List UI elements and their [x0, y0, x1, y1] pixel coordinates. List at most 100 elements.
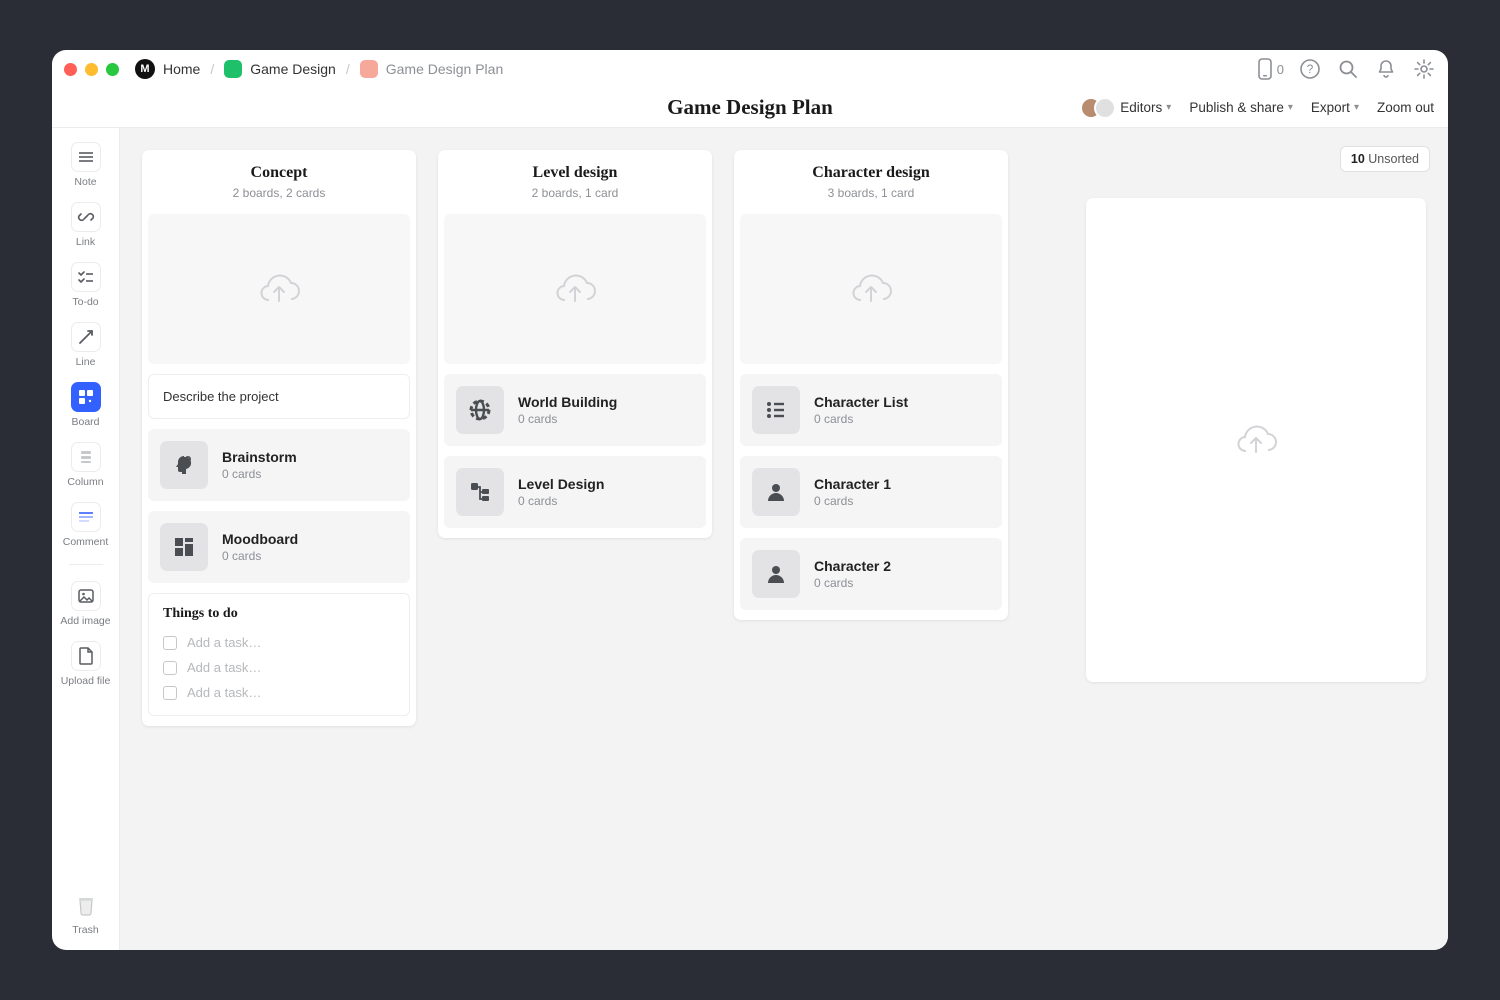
note-icon — [71, 142, 101, 172]
search-button[interactable] — [1336, 57, 1360, 81]
bell-icon — [1375, 58, 1397, 80]
publish-dropdown[interactable]: Publish & share ▾ — [1189, 100, 1293, 115]
tool-add-image-label: Add image — [60, 615, 110, 627]
board-card-moodboard[interactable]: Moodboard 0 cards — [148, 511, 410, 583]
publish-label: Publish & share — [1189, 100, 1284, 115]
tool-column[interactable]: Column — [59, 438, 113, 492]
tool-column-label: Column — [67, 476, 103, 488]
todo-item[interactable]: Add a task… — [163, 630, 395, 655]
notifications-button[interactable] — [1374, 57, 1398, 81]
checkbox[interactable] — [163, 661, 177, 675]
board-card-character-2[interactable]: Character 2 0 cards — [740, 538, 1002, 610]
board-name: Level Design — [518, 476, 604, 492]
todo-item[interactable]: Add a task… — [163, 655, 395, 680]
tool-comment[interactable]: Comment — [59, 498, 113, 552]
board-meta: 0 cards — [222, 467, 297, 481]
column-character-design[interactable]: Character design 3 boards, 1 card Charac… — [734, 150, 1008, 620]
list-icon — [752, 386, 800, 434]
home-icon: M — [135, 59, 155, 79]
board-name: Character List — [814, 394, 908, 410]
workspace-swatch — [224, 60, 242, 78]
upload-zone[interactable] — [444, 214, 706, 364]
column-title: Level design — [452, 164, 698, 182]
mobile-preview-button[interactable]: 0 — [1257, 58, 1284, 80]
board-meta: 0 cards — [518, 494, 604, 508]
breadcrumb-home[interactable]: M Home — [135, 59, 200, 79]
board-name: World Building — [518, 394, 617, 410]
tool-line[interactable]: Line — [59, 318, 113, 372]
cloud-upload-icon — [1232, 418, 1280, 462]
column-meta: 3 boards, 1 card — [748, 186, 994, 200]
close-window-button[interactable] — [64, 63, 77, 76]
tool-upload-file[interactable]: Upload file — [59, 637, 113, 691]
window-controls — [64, 63, 119, 76]
todo-placeholder: Add a task… — [187, 660, 261, 675]
empty-column[interactable] — [1086, 198, 1426, 682]
minimize-window-button[interactable] — [85, 63, 98, 76]
export-dropdown[interactable]: Export ▾ — [1311, 100, 1359, 115]
todo-placeholder: Add a task… — [187, 685, 261, 700]
trash-icon — [71, 890, 101, 920]
search-icon — [1337, 58, 1359, 80]
board-card-brainstorm[interactable]: Brainstorm 0 cards — [148, 429, 410, 501]
column-header: Concept 2 boards, 2 cards — [142, 150, 416, 210]
tool-add-image[interactable]: Add image — [59, 577, 113, 631]
column-header: Character design 3 boards, 1 card — [734, 150, 1008, 210]
grid-icon — [160, 523, 208, 571]
avatar — [1094, 97, 1116, 119]
doc-header: Game Design Plan Editors ▾ Publish & sha… — [52, 88, 1448, 128]
note-card[interactable]: Describe the project — [148, 374, 410, 419]
breadcrumb-sep: / — [210, 61, 214, 77]
editors-dropdown[interactable]: Editors ▾ — [1080, 97, 1171, 119]
checkbox[interactable] — [163, 636, 177, 650]
link-icon — [71, 202, 101, 232]
phone-icon — [1257, 58, 1273, 80]
globe-icon — [456, 386, 504, 434]
canvas[interactable]: 10 Unsorted Concept 2 boards, 2 cards De… — [120, 128, 1448, 950]
breadcrumb-board-label: Game Design Plan — [386, 61, 504, 77]
tool-link[interactable]: Link — [59, 198, 113, 252]
line-icon — [71, 322, 101, 352]
breadcrumb: M Home / Game Design / Game Design Plan — [135, 59, 503, 79]
help-icon: ? — [1299, 58, 1321, 80]
comment-icon — [71, 502, 101, 532]
board-card-character-list[interactable]: Character List 0 cards — [740, 374, 1002, 446]
breadcrumb-board[interactable]: Game Design Plan — [360, 60, 504, 78]
tool-link-label: Link — [76, 236, 95, 248]
column-concept[interactable]: Concept 2 boards, 2 cards Describe the p… — [142, 150, 416, 726]
breadcrumb-workspace[interactable]: Game Design — [224, 60, 336, 78]
chevron-down-icon: ▾ — [1166, 102, 1171, 113]
cloud-upload-icon — [551, 267, 599, 311]
board-meta: 0 cards — [814, 412, 908, 426]
todo-card[interactable]: Things to do Add a task… Add a task… Add… — [148, 593, 410, 716]
tool-board[interactable]: Board — [59, 378, 113, 432]
column-level-design[interactable]: Level design 2 boards, 1 card World Buil… — [438, 150, 712, 538]
titlebar-right: 0 ? — [1257, 57, 1436, 81]
tool-note-label: Note — [74, 176, 96, 188]
board-card-world-building[interactable]: World Building 0 cards — [444, 374, 706, 446]
todo-item[interactable]: Add a task… — [163, 680, 395, 705]
tool-note[interactable]: Note — [59, 138, 113, 192]
svg-text:?: ? — [1307, 62, 1314, 76]
tool-todo[interactable]: To-do — [59, 258, 113, 312]
board-meta: 0 cards — [518, 412, 617, 426]
divider — [69, 564, 103, 565]
tool-trash[interactable]: Trash — [59, 886, 113, 940]
upload-zone[interactable] — [148, 214, 410, 364]
tool-todo-label: To-do — [72, 296, 98, 308]
breadcrumb-sep: / — [346, 61, 350, 77]
zoom-out-button[interactable]: Zoom out — [1377, 100, 1434, 115]
upload-zone[interactable] — [740, 214, 1002, 364]
fullscreen-window-button[interactable] — [106, 63, 119, 76]
board-card-level-design[interactable]: Level Design 0 cards — [444, 456, 706, 528]
todo-placeholder: Add a task… — [187, 635, 261, 650]
tool-board-label: Board — [71, 416, 99, 428]
editors-avatars — [1080, 97, 1116, 119]
titlebar: M Home / Game Design / Game Design Plan … — [52, 50, 1448, 88]
checkbox[interactable] — [163, 686, 177, 700]
settings-button[interactable] — [1412, 57, 1436, 81]
board-card-character-1[interactable]: Character 1 0 cards — [740, 456, 1002, 528]
unsorted-button[interactable]: 10 Unsorted — [1340, 146, 1430, 172]
help-button[interactable]: ? — [1298, 57, 1322, 81]
app-window: M Home / Game Design / Game Design Plan … — [52, 50, 1448, 950]
